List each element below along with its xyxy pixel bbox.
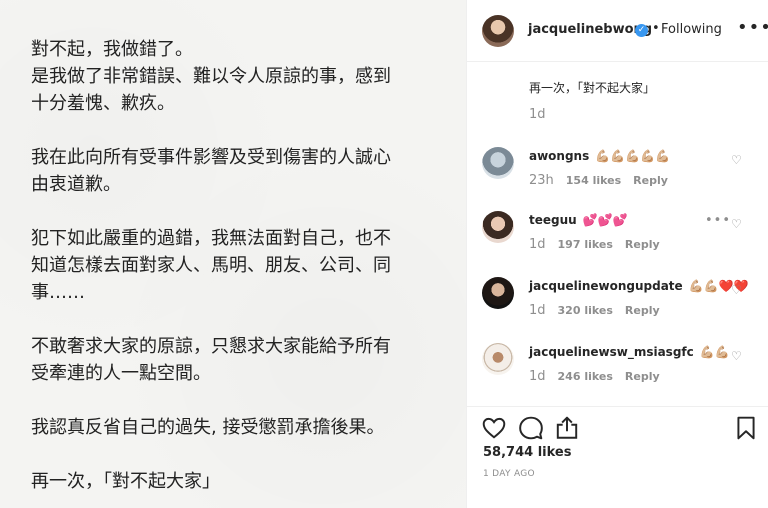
apology-line: 由衷道歉。 <box>31 174 121 195</box>
post-side-panel: jacquelinebwong ✓ • Following ••• 再一次，「對… <box>467 0 768 508</box>
comment-username[interactable]: teeguu <box>529 213 577 227</box>
caption-time[interactable]: 1d <box>529 107 546 122</box>
reply-button[interactable]: Reply <box>625 370 660 383</box>
author-username[interactable]: jacquelinebwong <box>528 22 652 37</box>
comment-icon[interactable] <box>518 415 544 441</box>
reply-button[interactable]: Reply <box>625 304 660 317</box>
comment-time[interactable]: 1d <box>529 369 546 384</box>
share-icon[interactable] <box>554 415 580 441</box>
apology-line: 是我做了非常錯誤、難以令人原諒的事，感到 <box>31 66 391 87</box>
commenter-avatar[interactable] <box>482 147 514 179</box>
comment-likes[interactable]: 154 likes <box>566 174 621 187</box>
following-button[interactable]: Following <box>661 22 722 37</box>
header-separator: • <box>652 21 660 36</box>
post-image[interactable]: 對不起，我做錯了。 是我做了非常錯誤、難以令人原諒的事，感到 十分羞愧、歉疚。 … <box>0 0 467 508</box>
apology-line: 再一次，「對不起大家」 <box>31 471 220 492</box>
comment-username-line: jacquelinewongupdate 💪🏼💪🏼❤️❤️ <box>529 279 748 293</box>
commenter-avatar[interactable] <box>482 277 514 309</box>
apology-line: 我在此向所有受事件影響及受到傷害的人誠心 <box>31 147 391 168</box>
bookmark-icon[interactable] <box>733 415 759 441</box>
comment-likes[interactable]: 320 likes <box>558 304 613 317</box>
commenter-avatar[interactable] <box>482 211 514 243</box>
heart-icon[interactable] <box>481 415 507 441</box>
comment-like-heart-icon[interactable]: ♡ <box>731 217 742 231</box>
apology-paragraph: 對不起，我做錯了。 是我做了非常錯誤、難以令人原諒的事，感到 十分羞愧、歉疚。 <box>31 36 451 117</box>
apology-paragraph: 我認真反省自己的過失, 接受懲罰承擔後果。 <box>31 414 451 441</box>
apology-line: 受牽連的人一點空間。 <box>31 363 211 384</box>
comment-meta: 1d 320 likes Reply <box>529 303 660 318</box>
apology-line: 十分羞愧、歉疚。 <box>31 93 175 114</box>
comment-time[interactable]: 1d <box>529 237 546 252</box>
comment-meta: 1d 246 likes Reply <box>529 369 660 384</box>
apology-line: 不敢奢求大家的原諒，只懇求大家能給予所有 <box>31 336 391 357</box>
reply-button[interactable]: Reply <box>633 174 668 187</box>
apology-paragraph: 我在此向所有受事件影響及受到傷害的人誠心 由衷道歉。 <box>31 144 451 198</box>
comment-likes[interactable]: 197 likes <box>558 238 613 251</box>
verified-badge-icon: ✓ <box>635 24 648 37</box>
comment-text: 💪🏼💪🏼 <box>699 345 730 359</box>
comment-username-line: jacquelinewsw_msiasgfc 💪🏼💪🏼 <box>529 345 730 359</box>
comments-list[interactable]: 再一次，「對不起大家」 1d awongns 💪🏼💪🏼💪🏼💪🏼💪🏼 23h 154 … <box>467 63 768 406</box>
comment-username-line: awongns 💪🏼💪🏼💪🏼💪🏼💪🏼 <box>529 149 670 163</box>
likes-count[interactable]: 58,744 likes <box>483 445 571 460</box>
comment-username-line: teeguu 💕💕💕 <box>529 213 628 227</box>
comment-likes[interactable]: 246 likes <box>558 370 613 383</box>
post-actions: 58,744 likes 1 DAY AGO <box>467 406 768 508</box>
comment-item: teeguu 💕💕💕 1d 197 likes Reply ••• ♡ <box>467 211 768 277</box>
reply-button[interactable]: Reply <box>625 238 660 251</box>
more-options-icon[interactable]: ••• <box>737 17 768 38</box>
apology-paragraph: 再一次，「對不起大家」 <box>31 468 451 495</box>
apology-paragraph: 犯下如此嚴重的過錯，我無法面對自己，也不 知道怎樣去面對家人、馬明、朋友、公司、… <box>31 225 451 306</box>
comment-item: awongns 💪🏼💪🏼💪🏼💪🏼💪🏼 23h 154 likes Reply ♡ <box>467 147 768 213</box>
apology-text: 對不起，我做錯了。 是我做了非常錯誤、難以令人原諒的事，感到 十分羞愧、歉疚。 … <box>31 36 451 508</box>
author-avatar[interactable] <box>482 15 514 47</box>
caption-text: 再一次，「對不起大家」 <box>529 81 656 95</box>
apology-line: 事…… <box>31 282 85 303</box>
comment-username[interactable]: jacquelinewongupdate <box>529 279 683 293</box>
apology-line: 我認真反省自己的過失, 接受懲罰承擔後果。 <box>31 417 385 438</box>
comment-meta: 23h 154 likes Reply <box>529 173 668 188</box>
apology-line: 知道怎樣去面對家人、馬明、朋友、公司、同 <box>31 255 391 276</box>
comment-text: 💕💕💕 <box>582 213 628 227</box>
comment-text: 💪🏼💪🏼💪🏼💪🏼💪🏼 <box>595 149 670 163</box>
commenter-avatar[interactable] <box>482 343 514 375</box>
apology-paragraph: 不敢奢求大家的原諒，只懇求大家能給予所有 受牽連的人一點空間。 <box>31 333 451 387</box>
comment-username[interactable]: awongns <box>529 149 589 163</box>
comment-like-heart-icon[interactable]: ♡ <box>731 283 742 297</box>
post-header: jacquelinebwong ✓ • Following ••• <box>467 0 768 62</box>
apology-line: 犯下如此嚴重的過錯，我無法面對自己，也不 <box>31 228 391 249</box>
comment-like-heart-icon[interactable]: ♡ <box>731 153 742 167</box>
comment-username[interactable]: jacquelinewsw_msiasgfc <box>529 345 694 359</box>
comment-time[interactable]: 1d <box>529 303 546 318</box>
comment-meta: 1d 197 likes Reply <box>529 237 660 252</box>
comment-item: jacquelinewsw_msiasgfc 💪🏼💪🏼 1d 246 likes Re… <box>467 343 768 406</box>
comment-like-heart-icon[interactable]: ♡ <box>731 349 742 363</box>
post-date[interactable]: 1 DAY AGO <box>483 469 535 479</box>
comment-more-icon[interactable]: ••• <box>705 213 731 228</box>
apology-line: 對不起，我做錯了。 <box>31 39 193 60</box>
comment-time[interactable]: 23h <box>529 173 554 188</box>
comment-item: jacquelinewongupdate 💪🏼💪🏼❤️❤️ 1d 320 likes… <box>467 277 768 343</box>
